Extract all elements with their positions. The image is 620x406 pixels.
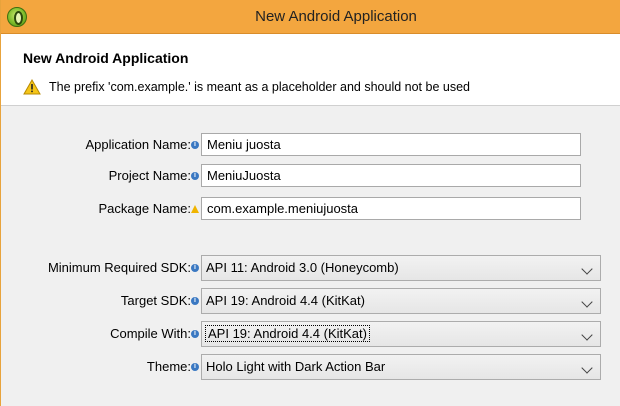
- min-sdk-label: Minimum Required SDK:: [47, 260, 191, 275]
- chevron-down-icon: [581, 329, 593, 341]
- target-sdk-label: Target SDK:: [120, 293, 191, 308]
- warning-icon: [23, 79, 41, 95]
- min-sdk-dropdown[interactable]: API 11: Android 3.0 (Honeycomb): [201, 255, 601, 281]
- compile-with-label: Compile With:: [110, 326, 191, 341]
- dialog-window: New Android Application New Android Appl…: [0, 0, 620, 406]
- package-name-label: Package Name:: [98, 201, 192, 216]
- warning-icon: [191, 205, 199, 213]
- application-name-label: Application Name:: [85, 137, 192, 152]
- warning-message-row: The prefix 'com.example.' is meant as a …: [23, 78, 470, 96]
- window-title: New Android Application: [255, 8, 417, 25]
- target-sdk-dropdown[interactable]: API 19: Android 4.4 (KitKat): [201, 288, 601, 314]
- form-area: Application Name: i Project Name: i Pack…: [1, 106, 620, 406]
- info-icon: i: [191, 363, 199, 371]
- chevron-down-icon: [581, 263, 593, 275]
- target-sdk-value: API 19: Android 4.4 (KitKat): [206, 293, 365, 308]
- info-icon: i: [191, 330, 199, 338]
- info-icon: i: [191, 297, 199, 305]
- wizard-header: New Android Application The prefix 'com.…: [1, 34, 620, 106]
- warning-message: The prefix 'com.example.' is meant as a …: [49, 80, 470, 94]
- compile-with-dropdown[interactable]: API 19: Android 4.4 (KitKat): [201, 321, 601, 347]
- page-title: New Android Application: [23, 50, 189, 66]
- compile-with-value: API 19: Android 4.4 (KitKat): [205, 325, 370, 342]
- title-bar[interactable]: New Android Application: [1, 0, 620, 34]
- theme-dropdown[interactable]: Holo Light with Dark Action Bar: [201, 354, 601, 380]
- info-icon: i: [191, 172, 199, 180]
- project-name-field[interactable]: [201, 164, 581, 187]
- info-icon: i: [191, 141, 199, 149]
- chevron-down-icon: [581, 296, 593, 308]
- package-name-field[interactable]: [201, 197, 581, 220]
- min-sdk-value: API 11: Android 3.0 (Honeycomb): [206, 260, 399, 275]
- info-icon: i: [191, 264, 199, 272]
- application-name-field[interactable]: [201, 133, 581, 156]
- chevron-down-icon: [581, 362, 593, 374]
- theme-value: Holo Light with Dark Action Bar: [206, 359, 386, 374]
- project-name-label: Project Name:: [108, 168, 191, 183]
- theme-label: Theme:: [146, 359, 191, 374]
